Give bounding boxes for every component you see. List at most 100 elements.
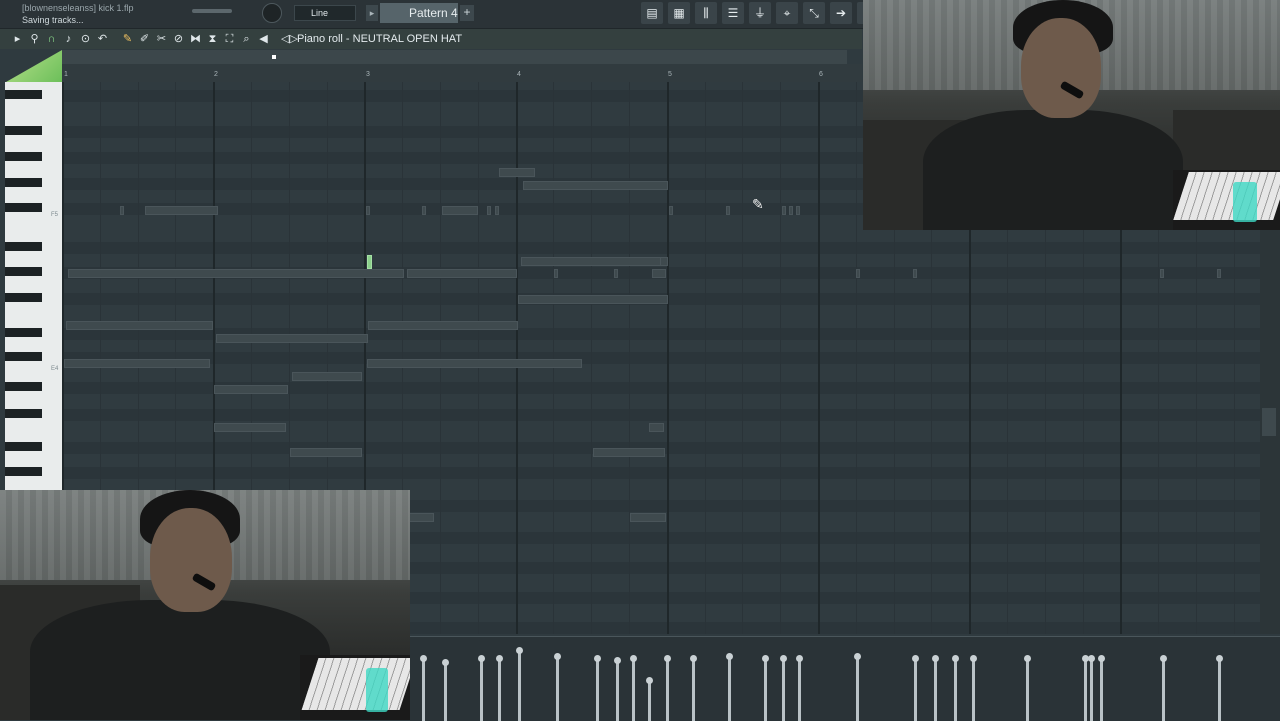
velocity-handle[interactable] <box>1024 655 1031 662</box>
note[interactable] <box>407 269 517 278</box>
browser-icon[interactable]: ⌖ <box>776 2 798 24</box>
note[interactable] <box>367 359 582 368</box>
velocity-stem[interactable] <box>518 651 521 721</box>
velocity-stem[interactable] <box>480 659 483 721</box>
note[interactable] <box>796 206 800 215</box>
velocity-handle[interactable] <box>630 655 637 662</box>
plugin-icon[interactable]: ⏚ <box>749 2 771 24</box>
add-pattern-button[interactable]: + <box>460 5 474 21</box>
note[interactable] <box>408 513 434 522</box>
velocity-stem[interactable] <box>498 659 501 721</box>
piano-roll-nav-icon[interactable]: ◁▷ <box>281 32 298 45</box>
note[interactable] <box>593 448 665 457</box>
note[interactable] <box>422 206 426 215</box>
velocity-stem[interactable] <box>1100 659 1103 721</box>
note[interactable] <box>290 448 362 457</box>
velocity-handle[interactable] <box>1088 655 1095 662</box>
black-key[interactable] <box>5 328 42 337</box>
channel-rack-icon[interactable]: ☰ <box>722 2 744 24</box>
velocity-stem[interactable] <box>1090 659 1093 721</box>
note[interactable] <box>726 206 730 215</box>
velocity-handle[interactable] <box>554 653 561 660</box>
note[interactable] <box>1217 269 1221 278</box>
velocity-handle[interactable] <box>420 655 427 662</box>
master-pitch-knob[interactable] <box>262 3 282 23</box>
velocity-handle[interactable] <box>516 647 523 654</box>
pattern-prev-button[interactable]: ▸ <box>366 5 378 21</box>
vertical-scrollbar-thumb[interactable] <box>1262 408 1276 436</box>
velocity-stem[interactable] <box>914 659 917 721</box>
piano-keyboard[interactable]: F5 E4 <box>5 82 62 490</box>
velocity-handle[interactable] <box>726 653 733 660</box>
note[interactable] <box>614 269 618 278</box>
note[interactable] <box>292 372 362 381</box>
note[interactable] <box>669 206 673 215</box>
velocity-stem[interactable] <box>616 661 619 721</box>
undo-icon[interactable]: ↶ <box>95 32 110 47</box>
magnet-icon[interactable]: ⚲ <box>27 32 42 47</box>
velocity-handle[interactable] <box>664 655 671 662</box>
black-key[interactable] <box>5 382 42 391</box>
export-icon[interactable]: ➔ <box>830 2 852 24</box>
note[interactable] <box>652 269 666 278</box>
velocity-stem[interactable] <box>728 657 731 721</box>
note[interactable] <box>442 206 478 215</box>
black-key[interactable] <box>5 442 42 451</box>
note[interactable] <box>523 181 668 190</box>
snap-select[interactable]: Line <box>294 5 356 21</box>
note[interactable] <box>649 423 664 432</box>
note[interactable] <box>495 206 499 215</box>
black-key[interactable] <box>5 409 42 418</box>
snap-magnet-icon[interactable]: ∩ <box>44 32 59 47</box>
velocity-handle[interactable] <box>780 655 787 662</box>
velocity-handle[interactable] <box>796 655 803 662</box>
velocity-handle[interactable] <box>614 657 621 664</box>
velocity-lane[interactable] <box>410 636 1280 721</box>
note[interactable] <box>521 257 667 266</box>
velocity-stem[interactable] <box>692 659 695 721</box>
note[interactable] <box>214 423 286 432</box>
velocity-handle[interactable] <box>762 655 769 662</box>
black-key[interactable] <box>5 152 42 161</box>
velocity-handle[interactable] <box>1160 655 1167 662</box>
record-icon[interactable]: ⊙ <box>78 32 93 47</box>
time-ruler[interactable]: 1 2 3 4 5 6 <box>62 64 862 83</box>
velocity-handle[interactable] <box>932 655 939 662</box>
note[interactable] <box>630 513 666 522</box>
slip-icon[interactable]: ⧓ <box>188 32 203 47</box>
velocity-stem[interactable] <box>856 657 859 721</box>
velocity-stem[interactable] <box>934 659 937 721</box>
note[interactable] <box>216 334 368 343</box>
velocity-stem[interactable] <box>972 659 975 721</box>
black-key[interactable] <box>5 90 42 99</box>
black-key[interactable] <box>5 126 42 135</box>
menu-arrow-icon[interactable]: ▸ <box>10 32 25 47</box>
playlist-icon[interactable]: ▤ <box>641 2 663 24</box>
note[interactable] <box>64 359 210 368</box>
note[interactable] <box>782 206 786 215</box>
note[interactable] <box>66 321 213 330</box>
piano-roll-icon[interactable]: ▦ <box>668 2 690 24</box>
note-icon[interactable]: ♪ <box>61 32 76 47</box>
slice-icon[interactable]: ⧗ <box>205 32 220 47</box>
erase-icon[interactable]: ✂ <box>154 32 169 47</box>
velocity-stem[interactable] <box>782 659 785 721</box>
velocity-handle[interactable] <box>970 655 977 662</box>
velocity-stem[interactable] <box>1084 659 1087 721</box>
velocity-handle[interactable] <box>912 655 919 662</box>
note[interactable] <box>789 206 793 215</box>
speaker-icon[interactable]: ◀ <box>256 32 271 47</box>
tempo-icon[interactable]: ⤡ <box>803 2 825 24</box>
black-key[interactable] <box>5 242 42 251</box>
select-icon[interactable]: ⛶ <box>222 32 237 47</box>
note[interactable] <box>913 269 917 278</box>
velocity-handle[interactable] <box>1098 655 1105 662</box>
velocity-stem[interactable] <box>666 659 669 721</box>
velocity-stem[interactable] <box>764 659 767 721</box>
horizontal-scrollbar[interactable] <box>62 50 847 64</box>
master-volume-slider[interactable] <box>192 9 232 13</box>
velocity-stem[interactable] <box>596 659 599 721</box>
note[interactable] <box>368 321 518 330</box>
pattern-select[interactable]: Pattern 4 <box>380 3 458 23</box>
velocity-stem[interactable] <box>954 659 957 721</box>
